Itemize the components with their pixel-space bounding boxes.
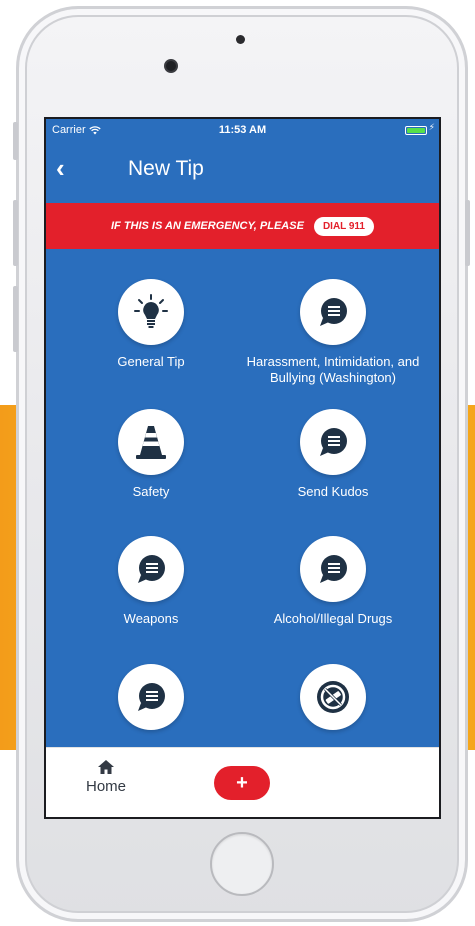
category-label: Alcohol/Illegal Drugs <box>273 611 393 626</box>
category-label: Harassment, Intimidation, and Bullying (… <box>246 354 420 385</box>
app-screen: Carrier 11:53 AM ⚡ ‹ New Tip IF THIS IS … <box>44 117 441 819</box>
power-button <box>465 200 470 266</box>
page-title: New Tip <box>128 157 204 180</box>
chat-bubble-icon <box>138 683 165 711</box>
category-general-tip[interactable]: General Tip <box>56 279 246 370</box>
category-partial-right[interactable] <box>238 664 428 739</box>
category-send-kudos[interactable]: Send Kudos <box>238 409 428 500</box>
front-camera <box>164 59 178 73</box>
status-bar: Carrier 11:53 AM ⚡ <box>46 119 439 141</box>
category-label: General Tip <box>117 354 185 369</box>
chat-bubble-icon <box>320 428 347 456</box>
category-icon-circle <box>300 279 366 345</box>
category-safety[interactable]: Safety <box>56 409 246 500</box>
tab-home-label: Home <box>86 778 127 795</box>
category-partial-left[interactable] <box>56 664 246 739</box>
home-button[interactable] <box>210 832 274 896</box>
category-label: Weapons <box>123 611 179 626</box>
chat-bubble-icon <box>138 555 165 583</box>
category-alcohol-drugs[interactable]: Alcohol/Illegal Drugs <box>238 536 428 627</box>
category-label: Safety <box>132 484 170 499</box>
no-vape-icon <box>317 681 349 713</box>
traffic-cone-icon <box>136 426 166 459</box>
status-time: 11:53 AM <box>218 124 267 136</box>
speaker <box>236 35 245 44</box>
chat-bubble-icon <box>320 298 347 326</box>
category-icon-circle <box>118 409 184 475</box>
add-tip-button[interactable]: + <box>214 766 270 800</box>
dial-911-button[interactable]: DIAL 911 <box>313 216 374 236</box>
category-icon-circle <box>118 279 184 345</box>
category-grid: General Tip Harassment, Intimidation, an… <box>46 249 439 749</box>
category-icon-circle <box>118 664 184 730</box>
category-label: Send Kudos <box>297 484 369 499</box>
tab-home[interactable]: Home <box>86 760 126 795</box>
battery-icon <box>405 126 427 135</box>
category-icon-circle <box>118 536 184 602</box>
mute-switch <box>13 122 18 160</box>
chat-bubble-icon <box>320 555 347 583</box>
volume-up-button <box>13 200 18 266</box>
home-icon <box>98 760 114 774</box>
emergency-text: IF THIS IS AN EMERGENCY, PLEASE <box>110 220 304 232</box>
tab-bar: Home + <box>46 747 439 817</box>
charging-icon: ⚡ <box>428 122 435 132</box>
nav-bar: ‹ New Tip <box>46 141 439 199</box>
lightbulb-icon <box>134 294 168 328</box>
volume-down-button <box>13 286 18 352</box>
category-weapons[interactable]: Weapons <box>56 536 246 627</box>
category-icon-circle <box>300 409 366 475</box>
stage: Carrier 11:53 AM ⚡ ‹ New Tip IF THIS IS … <box>0 0 475 926</box>
category-harassment[interactable]: Harassment, Intimidation, and Bullying (… <box>238 279 428 386</box>
chevron-left-icon[interactable]: ‹ <box>56 155 65 181</box>
emergency-banner: IF THIS IS AN EMERGENCY, PLEASE DIAL 911 <box>46 203 439 249</box>
category-icon-circle <box>300 536 366 602</box>
category-icon-circle <box>300 664 366 730</box>
